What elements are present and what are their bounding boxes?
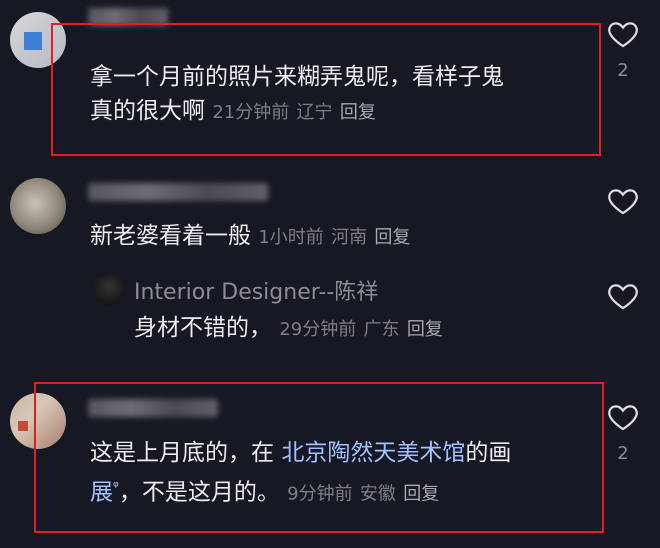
heart-outline-icon[interactable]: [606, 400, 640, 434]
comment-time: 29分钟前: [279, 319, 357, 340]
highlight-box: [34, 382, 604, 533]
like-count: 2: [617, 60, 629, 81]
reply-button[interactable]: 回复: [374, 227, 410, 248]
highlight-box: [51, 23, 601, 156]
heart-outline-icon[interactable]: [606, 17, 640, 51]
reply-avatar[interactable]: [93, 274, 125, 306]
comment-text-line: 新老婆看着一般: [90, 223, 251, 249]
comment-text-line: 身材不错的，: [134, 315, 272, 341]
reply-text: 身材不错的， 29分钟前 广东 回复: [134, 311, 443, 347]
reply-author[interactable]: Interior Designer--陈祥: [134, 274, 378, 306]
comment-time: 1小时前: [258, 227, 324, 248]
avatar[interactable]: [10, 178, 66, 234]
heart-outline-icon[interactable]: [606, 184, 640, 218]
heart-outline-icon[interactable]: [606, 279, 640, 313]
reply-button[interactable]: 回复: [407, 319, 443, 340]
comment-text: 新老婆看着一般 1小时前 河南 回复: [90, 219, 410, 255]
username[interactable]: [88, 183, 268, 201]
comment-location: 河南: [331, 227, 368, 248]
like-count: 2: [617, 443, 629, 464]
comment-location: 广东: [363, 319, 400, 340]
